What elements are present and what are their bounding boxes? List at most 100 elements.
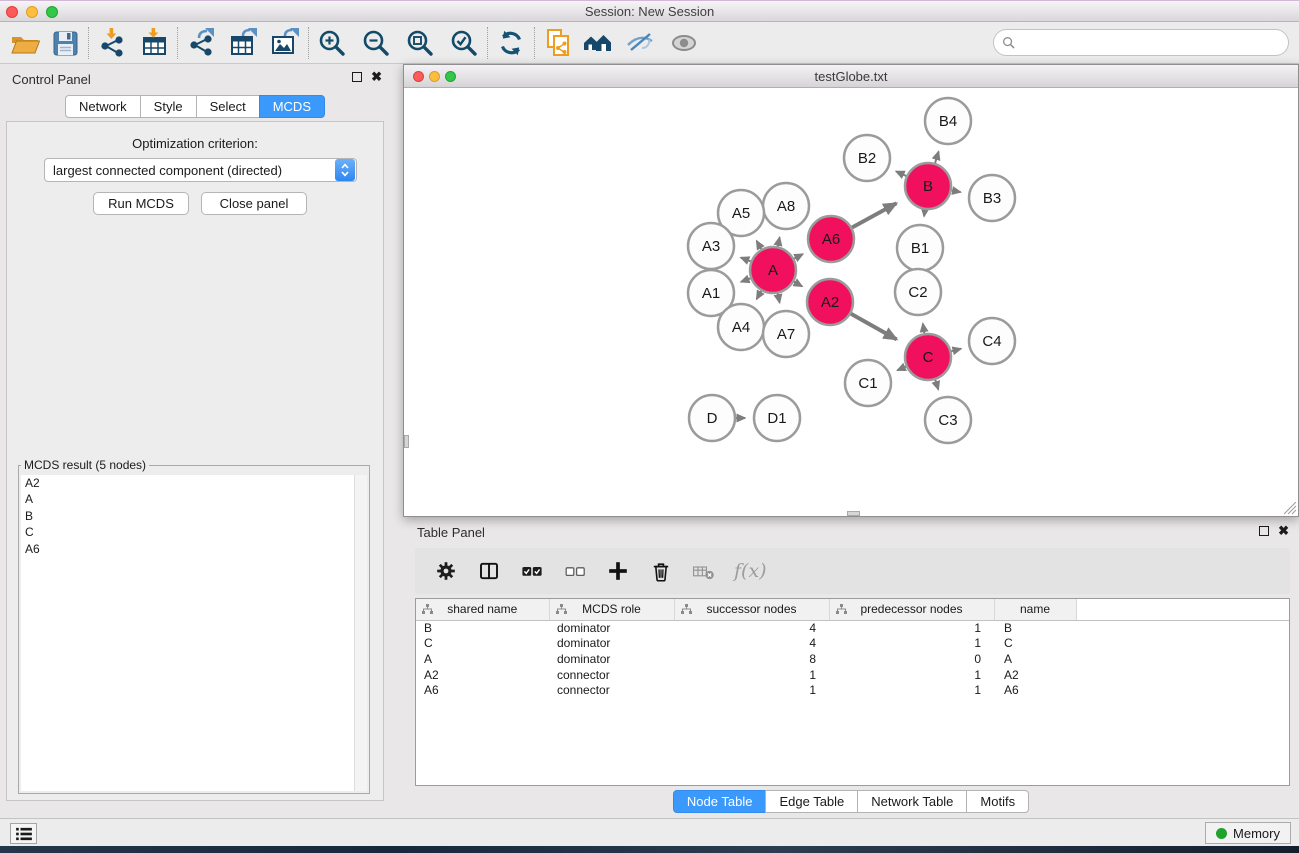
graph-edge-C-C4[interactable] bbox=[951, 349, 961, 351]
settings-gear-icon[interactable] bbox=[433, 558, 459, 584]
graph-edge-A2-C[interactable] bbox=[851, 314, 897, 340]
network-vscroll-thumb[interactable] bbox=[404, 435, 409, 448]
result-scrollbar[interactable] bbox=[354, 475, 367, 791]
graph-node-C2[interactable]: C2 bbox=[895, 269, 941, 315]
import-table-icon[interactable] bbox=[139, 28, 169, 58]
graph-edge-A-A6[interactable] bbox=[794, 254, 803, 259]
resize-grip[interactable] bbox=[1284, 502, 1297, 515]
graph-node-A[interactable]: A bbox=[750, 247, 796, 293]
graph-node-B3[interactable]: B3 bbox=[969, 175, 1015, 221]
table-close-icon[interactable]: ✖ bbox=[1278, 526, 1289, 536]
col-successor-nodes[interactable]: successor nodes bbox=[674, 599, 829, 620]
network-close-button[interactable] bbox=[413, 71, 424, 82]
tab-style[interactable]: Style bbox=[140, 95, 197, 118]
graph-node-B4[interactable]: B4 bbox=[925, 98, 971, 144]
close-panel-icon[interactable]: ✖ bbox=[371, 72, 382, 82]
tab-mcds[interactable]: MCDS bbox=[259, 95, 325, 118]
import-network-icon[interactable] bbox=[97, 28, 127, 58]
delete-icon[interactable] bbox=[648, 558, 674, 584]
graph-edge-B-B3[interactable] bbox=[952, 190, 961, 192]
graph-edge-A6-B[interactable] bbox=[852, 203, 896, 227]
result-item[interactable]: B bbox=[21, 508, 367, 525]
export-image-icon[interactable] bbox=[270, 28, 300, 58]
run-mcds-button[interactable]: Run MCDS bbox=[93, 192, 189, 215]
graph-node-B2[interactable]: B2 bbox=[844, 135, 890, 181]
col-name[interactable]: name bbox=[994, 599, 1076, 620]
tab-network[interactable]: Network bbox=[65, 95, 141, 118]
graph-edge-B-B2[interactable] bbox=[896, 171, 906, 176]
tab-select[interactable]: Select bbox=[196, 95, 260, 118]
graph-node-A2[interactable]: A2 bbox=[807, 279, 853, 325]
graph-node-B[interactable]: B bbox=[905, 163, 951, 209]
add-icon[interactable] bbox=[605, 558, 631, 584]
graph-node-A6[interactable]: A6 bbox=[808, 216, 854, 262]
zoom-selected-icon[interactable] bbox=[449, 28, 479, 58]
graph-edge-B-B4[interactable] bbox=[935, 152, 939, 163]
export-table-icon[interactable] bbox=[228, 28, 258, 58]
graph-edge-A-A8[interactable] bbox=[778, 237, 780, 246]
network-canvas[interactable]: B4B2BB3A8A5A6A3B1AC2A1A2A4A7C4CC1C3DD1 bbox=[404, 88, 1298, 516]
select-all-icon[interactable] bbox=[519, 558, 545, 584]
graph-edge-C-C3[interactable] bbox=[935, 380, 938, 390]
tab-edge-table[interactable]: Edge Table bbox=[765, 790, 858, 813]
result-item[interactable]: A bbox=[21, 492, 367, 509]
table-row[interactable]: Bdominator41B bbox=[416, 620, 1289, 636]
search-field[interactable] bbox=[993, 29, 1289, 56]
network-zoom-button[interactable] bbox=[445, 71, 456, 82]
col-predecessor-nodes[interactable]: predecessor nodes bbox=[829, 599, 994, 620]
graph-edge-C-C2[interactable] bbox=[923, 324, 924, 334]
graph-edge-A-A7[interactable] bbox=[778, 294, 780, 303]
table-float-icon[interactable] bbox=[1259, 526, 1269, 536]
col-shared-name[interactable]: shared name bbox=[416, 599, 549, 620]
zoom-window-button[interactable] bbox=[46, 6, 58, 18]
deselect-all-icon[interactable] bbox=[562, 558, 588, 584]
result-item[interactable]: C bbox=[21, 525, 367, 542]
graph-edge-A-A2[interactable] bbox=[794, 282, 802, 287]
tab-node-table[interactable]: Node Table bbox=[673, 790, 767, 813]
graph-node-B1[interactable]: B1 bbox=[897, 225, 943, 271]
search-input[interactable] bbox=[1020, 35, 1288, 50]
show-column-icon[interactable] bbox=[476, 558, 502, 584]
graph-edge-B-B1[interactable] bbox=[924, 210, 925, 216]
tab-network-table[interactable]: Network Table bbox=[857, 790, 967, 813]
graph-edge-A-A1[interactable] bbox=[741, 278, 750, 282]
graph-node-C1[interactable]: C1 bbox=[845, 360, 891, 406]
graph-node-C4[interactable]: C4 bbox=[969, 318, 1015, 364]
table-row[interactable]: Cdominator41C bbox=[416, 636, 1289, 652]
zoom-out-icon[interactable] bbox=[361, 28, 391, 58]
graph-node-A8[interactable]: A8 bbox=[763, 183, 809, 229]
graph-node-D1[interactable]: D1 bbox=[754, 395, 800, 441]
minimize-window-button[interactable] bbox=[26, 6, 38, 18]
graph-node-A4[interactable]: A4 bbox=[718, 304, 764, 350]
network-minimize-button[interactable] bbox=[429, 71, 440, 82]
close-window-button[interactable] bbox=[6, 6, 18, 18]
graph-edge-C-C1[interactable] bbox=[897, 367, 906, 371]
graph-node-A3[interactable]: A3 bbox=[688, 223, 734, 269]
optimization-criterion-dropdown[interactable]: largest connected component (directed) bbox=[44, 158, 357, 182]
network-from-file-icon[interactable] bbox=[543, 28, 573, 58]
network-window-titlebar[interactable]: testGlobe.txt bbox=[404, 65, 1298, 88]
refresh-icon[interactable] bbox=[496, 28, 526, 58]
graph-node-C3[interactable]: C3 bbox=[925, 397, 971, 443]
close-panel-button[interactable]: Close panel bbox=[201, 192, 307, 215]
graph-node-A7[interactable]: A7 bbox=[763, 311, 809, 357]
graph-edge-A-A3[interactable] bbox=[741, 258, 751, 262]
open-session-icon[interactable] bbox=[10, 28, 40, 58]
float-panel-icon[interactable] bbox=[352, 72, 362, 82]
col-mcds-role[interactable]: MCDS role bbox=[549, 599, 674, 620]
table-row[interactable]: A6connector11A6 bbox=[416, 682, 1289, 698]
export-network-icon[interactable] bbox=[186, 28, 216, 58]
memory-button[interactable]: Memory bbox=[1205, 822, 1291, 844]
graph-node-D[interactable]: D bbox=[689, 395, 735, 441]
task-history-button[interactable] bbox=[10, 823, 37, 844]
graph-node-C[interactable]: C bbox=[905, 334, 951, 380]
show-all-icon[interactable] bbox=[669, 28, 699, 58]
home-icon[interactable] bbox=[583, 28, 613, 58]
table-row[interactable]: Adominator80A bbox=[416, 651, 1289, 667]
save-session-icon[interactable] bbox=[50, 28, 80, 58]
result-item[interactable]: A2 bbox=[21, 475, 367, 492]
table-row[interactable]: A2connector11A2 bbox=[416, 667, 1289, 683]
zoom-in-icon[interactable] bbox=[317, 28, 347, 58]
network-hscroll-thumb[interactable] bbox=[847, 511, 860, 516]
graph-edge-A-A4[interactable] bbox=[757, 291, 762, 299]
